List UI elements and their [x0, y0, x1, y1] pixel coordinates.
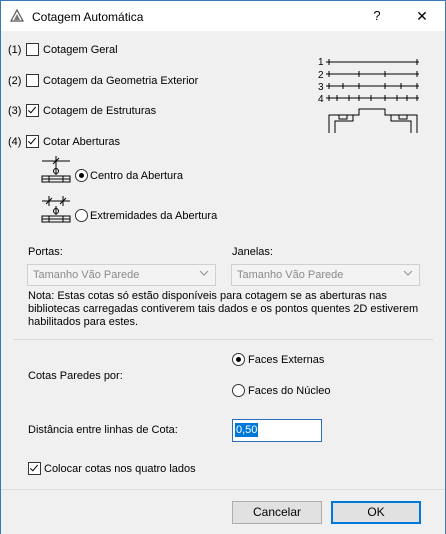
extremidades-abertura-icon — [41, 196, 71, 223]
preview-line-number: 3 — [318, 82, 324, 93]
preview-line-number: 2 — [318, 70, 324, 81]
extremidades-abertura-radio[interactable] — [75, 209, 88, 222]
cotagem-geral-label[interactable]: Cotagem Geral — [43, 44, 118, 56]
faces-externas-label[interactable]: Faces Externas — [248, 354, 324, 366]
cotar-aberturas-label[interactable]: Cotar Aberturas — [43, 136, 120, 148]
centro-abertura-icon — [41, 156, 71, 183]
cancel-button[interactable]: Cancelar — [232, 501, 322, 524]
preview-line-number: 1 — [318, 57, 324, 68]
quatro-lados-checkbox[interactable] — [28, 462, 41, 475]
geometria-exterior-checkbox[interactable] — [26, 74, 39, 87]
distancia-input-value: 0,50 — [235, 423, 259, 437]
cotar-aberturas-checkbox[interactable] — [26, 135, 39, 148]
dialog-title: Cotagem Automática — [32, 10, 144, 24]
dimension-lines-preview-icon: 1 2 3 4 — [318, 57, 419, 133]
janelas-select-value: Tamanho Vão Parede — [237, 269, 344, 281]
faces-externas-radio[interactable] — [232, 353, 245, 366]
janelas-select[interactable]: Tamanho Vão Parede — [231, 264, 420, 286]
dialog-window: Cotagem Automática ? ✕ (1) Cotagem Geral… — [0, 0, 446, 534]
portas-select[interactable]: Tamanho Vão Parede — [27, 264, 216, 286]
preview-line-number: 4 — [318, 94, 324, 105]
estruturas-label[interactable]: Cotagem de Estruturas — [43, 105, 156, 117]
help-button[interactable]: ? — [362, 1, 392, 31]
janelas-label: Janelas: — [232, 246, 273, 258]
option-1-number: (1) — [8, 44, 22, 56]
geometria-exterior-label[interactable]: Cotagem da Geometria Exterior — [43, 75, 198, 87]
faces-nucleo-radio[interactable] — [232, 384, 245, 397]
option-4-number: (4) — [8, 136, 22, 148]
portas-select-value: Tamanho Vão Parede — [33, 269, 140, 281]
distancia-input[interactable]: 0,50 — [232, 419, 322, 442]
title-bar: Cotagem Automática ? ✕ — [1, 1, 445, 31]
centro-abertura-radio[interactable] — [75, 169, 88, 182]
archicad-app-icon — [10, 9, 24, 22]
section-divider — [13, 339, 433, 340]
extremidades-abertura-label[interactable]: Extremidades da Abertura — [90, 210, 217, 222]
distancia-label: Distância entre linhas de Cota: — [28, 424, 178, 436]
option-2-number: (2) — [8, 75, 22, 87]
option-3-number: (3) — [8, 105, 22, 117]
chevron-down-icon — [199, 270, 209, 276]
chevron-down-icon — [403, 270, 413, 276]
ok-button[interactable]: OK — [331, 501, 421, 524]
button-bar: Cancelar OK — [1, 489, 445, 534]
availability-note: Nota: Estas cotas só estão disponíveis p… — [28, 290, 419, 328]
cotagem-geral-checkbox[interactable] — [26, 43, 39, 56]
close-button[interactable]: ✕ — [399, 1, 445, 31]
estruturas-checkbox[interactable] — [26, 104, 39, 117]
quatro-lados-label[interactable]: Colocar cotas nos quatro lados — [44, 463, 196, 475]
faces-nucleo-label[interactable]: Faces do Núcleo — [248, 385, 331, 397]
cotas-paredes-label: Cotas Paredes por: — [28, 370, 123, 382]
centro-abertura-label[interactable]: Centro da Abertura — [90, 170, 183, 182]
portas-label: Portas: — [28, 246, 63, 258]
